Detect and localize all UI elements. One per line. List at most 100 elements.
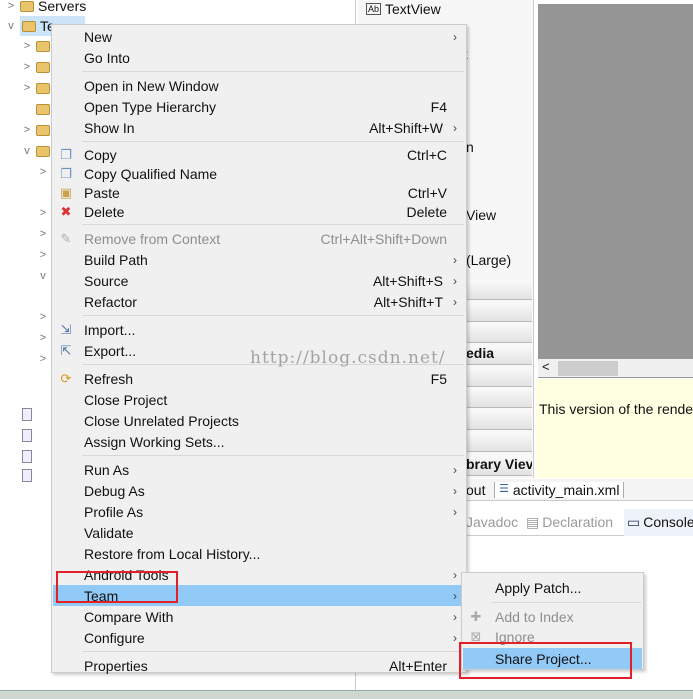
menu-item-go-into[interactable]: Go Into	[53, 47, 465, 68]
menu-item-delete[interactable]: ✖ Delete Delete	[53, 202, 465, 221]
menu-item-label: Close Unrelated Projects	[84, 412, 239, 429]
tree-item[interactable]: >	[38, 349, 48, 369]
tree-item[interactable]: >	[22, 120, 50, 140]
menu-item-label: Open in New Window	[84, 77, 219, 94]
menu-separator	[82, 364, 464, 365]
chevron-right-icon[interactable]: >	[38, 353, 48, 365]
tree-item[interactable]: v	[38, 266, 48, 286]
chevron-right-icon[interactable]: >	[38, 228, 48, 240]
chevron-down-icon[interactable]: v	[22, 145, 32, 157]
shortcut-label: F5	[430, 370, 447, 387]
tree-item[interactable]: v	[22, 141, 50, 161]
palette-category[interactable]	[466, 302, 532, 322]
chevron-right-icon[interactable]: >	[6, 0, 16, 12]
menu-item-refactor[interactable]: Refactor Alt+Shift+T ›	[53, 291, 465, 312]
menu-item-copy-qualified-name[interactable]: ❐ Copy Qualified Name	[53, 164, 465, 183]
tab-javadoc[interactable]: Javadoc	[466, 514, 518, 530]
menu-item-close-project[interactable]: Close Project	[53, 389, 465, 410]
menu-item-source[interactable]: Source Alt+Shift+S ›	[53, 270, 465, 291]
annotation-box-share-project	[459, 642, 632, 679]
menu-item-configure[interactable]: Configure ›	[53, 627, 465, 648]
palette-category[interactable]	[466, 367, 532, 387]
shortcut-label: Ctrl+V	[407, 184, 447, 201]
menu-separator	[82, 141, 464, 142]
tree-item[interactable]	[22, 99, 50, 119]
menu-item-open-in-new-window[interactable]: Open in New Window	[53, 75, 465, 96]
menu-item-show-in[interactable]: Show In Alt+Shift+W ›	[53, 117, 465, 138]
menu-item-add-to-index[interactable]: ✚ Add to Index	[463, 606, 642, 627]
chevron-right-icon: ›	[453, 294, 457, 309]
tab-activity-main-xml[interactable]: ☰ activity_main.xml	[494, 482, 625, 498]
menu-item-paste[interactable]: ▣ Paste Ctrl+V	[53, 183, 465, 202]
chevron-right-icon[interactable]: >	[22, 82, 32, 94]
menu-item-validate[interactable]: Validate	[53, 522, 465, 543]
menu-item-label: New	[84, 28, 113, 45]
palette-category[interactable]	[466, 432, 532, 452]
palette-category[interactable]	[466, 323, 532, 343]
tree-item[interactable]: >	[38, 224, 48, 244]
folder-icon	[36, 40, 50, 52]
scrollbar-thumb[interactable]	[558, 361, 618, 376]
chevron-right-icon[interactable]: >	[22, 124, 32, 136]
menu-item-export[interactable]: ⇱ Export...	[53, 340, 465, 361]
chevron-right-icon: ›	[453, 462, 457, 477]
palette-category-media[interactable]: edia	[466, 345, 532, 365]
tree-item[interactable]	[22, 465, 32, 485]
menu-item-restore-from-local-history[interactable]: Restore from Local History...	[53, 543, 465, 564]
chevron-right-icon[interactable]: >	[38, 207, 48, 219]
menu-item-profile-as[interactable]: Profile As ›	[53, 501, 465, 522]
tab-graphical-layout[interactable]: out	[466, 482, 485, 498]
menu-item-apply-patch[interactable]: Apply Patch...	[463, 577, 642, 598]
chevron-right-icon: ›	[453, 609, 457, 624]
tree-item[interactable]	[22, 404, 32, 424]
menu-item-properties[interactable]: Properties Alt+Enter	[53, 655, 465, 676]
menu-item-build-path[interactable]: Build Path ›	[53, 249, 465, 270]
tree-item[interactable]: >	[38, 307, 48, 327]
menu-item-copy[interactable]: ❐ Copy Ctrl+C	[53, 145, 465, 164]
menu-item-close-unrelated-projects[interactable]: Close Unrelated Projects	[53, 410, 465, 431]
menu-item-label: Refresh	[84, 370, 134, 387]
palette-category[interactable]	[466, 280, 532, 300]
tree-item[interactable]: >	[38, 203, 48, 223]
palette-category-library-views[interactable]: brary Viev	[466, 456, 532, 476]
menu-separator	[82, 651, 464, 652]
chevron-right-icon[interactable]: >	[38, 166, 48, 178]
chevron-right-icon[interactable]: >	[38, 332, 48, 344]
chevron-down-icon[interactable]: v	[38, 270, 48, 282]
menu-item-run-as[interactable]: Run As ›	[53, 459, 465, 480]
tree-item[interactable]	[22, 425, 32, 445]
menu-item-compare-with[interactable]: Compare With ›	[53, 606, 465, 627]
chevron-right-icon[interactable]: >	[22, 40, 32, 52]
menu-item-assign-working-sets[interactable]: Assign Working Sets...	[53, 431, 465, 452]
menu-item-debug-as[interactable]: Debug As ›	[53, 480, 465, 501]
menu-item-import[interactable]: ⇲ Import...	[53, 319, 465, 340]
layout-canvas[interactable]	[538, 4, 693, 359]
palette-item-textview[interactable]: Ab TextView	[366, 1, 441, 17]
tree-item-servers[interactable]: > Servers	[6, 0, 86, 16]
tree-item[interactable]: >	[38, 328, 48, 348]
palette-category[interactable]	[466, 388, 532, 408]
tree-item[interactable]: >	[38, 162, 48, 182]
chevron-right-icon[interactable]: >	[38, 311, 48, 323]
menu-item-remove-from-context[interactable]: ✎ Remove from Context Ctrl+Alt+Shift+Down	[53, 228, 465, 249]
tree-item[interactable]: >	[22, 36, 50, 56]
chevron-right-icon: ›	[453, 29, 457, 44]
tab-console[interactable]: ▭ Console	[624, 509, 693, 536]
menu-item-open-type-hierarchy[interactable]: Open Type Hierarchy F4	[53, 96, 465, 117]
menu-item-label: Export...	[84, 342, 137, 359]
chevron-right-icon[interactable]: >	[38, 249, 48, 261]
menu-item-new[interactable]: New ›	[53, 26, 465, 47]
tab-declaration[interactable]: ▤ Declaration	[526, 514, 613, 531]
menu-item-label: Close Project	[84, 391, 168, 408]
menu-item-refresh[interactable]: ⟳ Refresh F5	[53, 368, 465, 389]
chevron-right-icon: ›	[453, 588, 457, 603]
chevron-right-icon[interactable]: >	[22, 61, 32, 73]
menu-item-label: Delete	[84, 203, 125, 220]
chevron-down-icon[interactable]: v	[6, 20, 16, 32]
scroll-left-icon[interactable]: <	[542, 359, 550, 374]
tree-item[interactable]: >	[38, 245, 48, 265]
palette-category[interactable]	[466, 410, 532, 430]
tree-item[interactable]	[22, 446, 32, 466]
tree-item[interactable]: >	[22, 57, 50, 77]
tree-item[interactable]: >	[22, 78, 50, 98]
